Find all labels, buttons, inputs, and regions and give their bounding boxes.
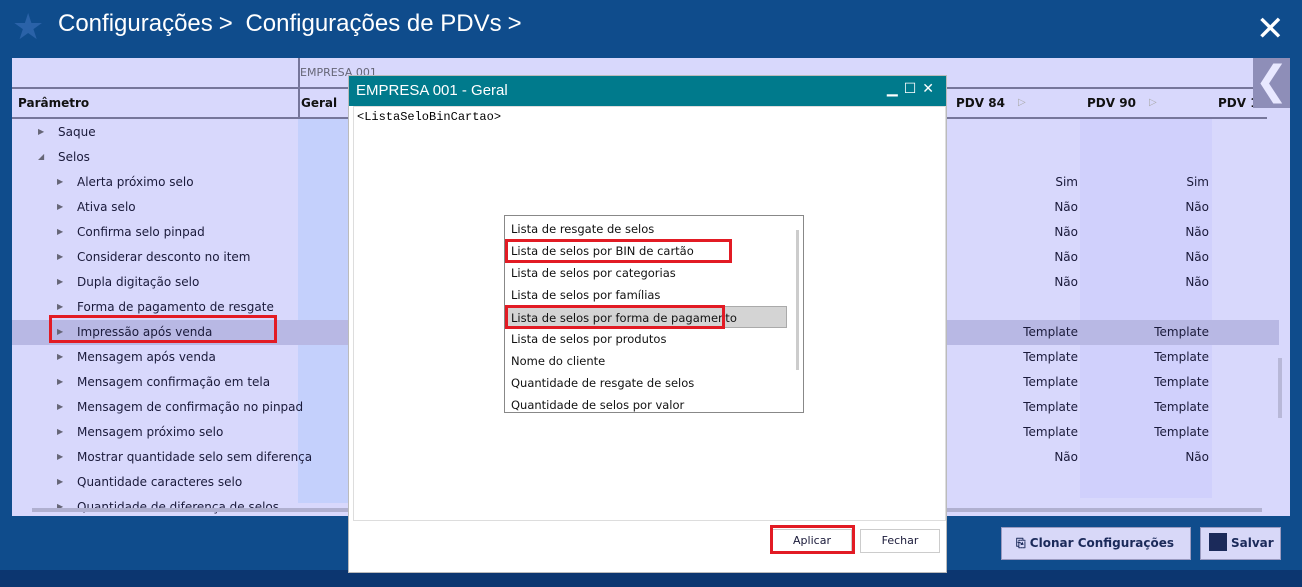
collapsed-arrow-icon[interactable]: ▶: [57, 377, 63, 386]
pdv90-value[interactable]: Template: [1129, 350, 1209, 364]
collapsed-arrow-icon[interactable]: ▶: [57, 277, 63, 286]
vertical-scrollbar[interactable]: [1278, 358, 1282, 418]
row-label: Dupla digitação selo: [77, 275, 200, 289]
collapsed-arrow-icon[interactable]: ▶: [57, 177, 63, 186]
close-icon[interactable]: ✕: [922, 81, 940, 97]
pdv90-value[interactable]: Não: [1129, 200, 1209, 214]
row-label: Selos: [58, 150, 90, 164]
clone-icon: ⎘: [1016, 536, 1026, 550]
row-label: Mensagem próximo selo: [77, 425, 224, 439]
pdv84-value[interactable]: Template: [998, 425, 1078, 439]
pdv84-value[interactable]: Não: [998, 250, 1078, 264]
breadcrumb-separator: >: [507, 10, 522, 37]
save-icon: [1209, 533, 1227, 551]
pdv84-value[interactable]: Não: [998, 275, 1078, 289]
pdv84-value[interactable]: Template: [998, 325, 1078, 339]
expand-arrow-icon[interactable]: ▷: [1018, 97, 1026, 108]
list-item[interactable]: Lista de selos por famílias: [510, 284, 660, 306]
row-label: Confirma selo pinpad: [77, 225, 205, 239]
row-label: Considerar desconto no item: [77, 250, 251, 264]
close-icon[interactable]: ✕: [1256, 10, 1285, 48]
row-label: Alerta próximo selo: [77, 175, 194, 189]
pdv84-value[interactable]: Não: [998, 450, 1078, 464]
row-label: Mensagem de confirmação no pinpad: [77, 400, 304, 414]
breadcrumb-separator: >: [218, 10, 233, 37]
pdv90-value[interactable]: Não: [1129, 250, 1209, 264]
pdv84-value[interactable]: Sim: [998, 175, 1078, 189]
list-item[interactable]: Lista de selos por categorias: [510, 262, 676, 284]
close-button[interactable]: Fechar: [860, 529, 940, 553]
pdv90-value[interactable]: Sim: [1129, 175, 1209, 189]
row-label: Mensagem após venda: [77, 350, 216, 364]
collapsed-arrow-icon[interactable]: ▶: [57, 252, 63, 261]
favorite-star-icon[interactable]: ★: [12, 8, 44, 48]
breadcrumb: Configurações > Configurações de PDVs >: [58, 10, 528, 38]
highlight-box: [770, 525, 855, 554]
row-label: Forma de pagamento de resgate: [77, 300, 274, 314]
list-item[interactable]: Nome do cliente: [510, 350, 605, 372]
collapsed-arrow-icon[interactable]: ▶: [57, 427, 63, 436]
clone-label: Clonar Configurações: [1029, 536, 1174, 550]
dialog-title: EMPRESA 001 - Geral: [349, 76, 946, 106]
row-label: Mensagem confirmação em tela: [77, 375, 271, 389]
expanded-arrow-icon[interactable]: ◢: [38, 152, 44, 161]
pdv90-value[interactable]: Template: [1129, 400, 1209, 414]
pdv84-value[interactable]: Template: [998, 400, 1078, 414]
autocomplete-list[interactable]: Lista de resgate de selos Lista de selos …: [504, 215, 804, 413]
list-item[interactable]: Quantidade de selos por valor: [510, 394, 684, 412]
collapse-panel-button[interactable]: ❮: [1253, 58, 1290, 108]
collapsed-arrow-icon[interactable]: ▶: [57, 452, 63, 461]
save-button[interactable]: Salvar: [1200, 527, 1281, 560]
clone-config-button[interactable]: ⎘ Clonar Configurações: [1001, 527, 1191, 560]
collapsed-arrow-icon[interactable]: ▶: [57, 227, 63, 236]
pdv84-value[interactable]: Não: [998, 200, 1078, 214]
highlight-box: [49, 315, 277, 343]
dialog: EMPRESA 001 - Geral ▁☐✕ <ListaSeloBinCar…: [348, 75, 947, 573]
pdv84-value[interactable]: Não: [998, 225, 1078, 239]
pdv90-value[interactable]: Não: [1129, 225, 1209, 239]
expand-arrow-icon[interactable]: ▷: [1149, 97, 1157, 108]
row-label: Saque: [58, 125, 96, 139]
column-header-pdv84[interactable]: PDV 84: [956, 96, 1005, 110]
collapsed-arrow-icon[interactable]: ▶: [57, 402, 63, 411]
editor-text[interactable]: <ListaSeloBinCartao>: [357, 110, 501, 124]
highlight-box: [505, 239, 732, 263]
highlight-box: [505, 305, 725, 329]
breadcrumb-item[interactable]: Configurações: [58, 10, 213, 37]
pdv84-value[interactable]: Template: [998, 350, 1078, 364]
list-item[interactable]: Lista de resgate de selos: [510, 218, 654, 240]
row-label: Ativa selo: [77, 200, 136, 214]
row-label: Mostrar quantidade selo sem diferença: [77, 450, 313, 464]
pdv90-value[interactable]: Template: [1129, 425, 1209, 439]
column-header-pdv90[interactable]: PDV 90: [1087, 96, 1136, 110]
collapsed-arrow-icon[interactable]: ▶: [57, 352, 63, 361]
list-item[interactable]: Lista de selos por produtos: [510, 328, 666, 350]
collapsed-arrow-icon[interactable]: ▶: [57, 202, 63, 211]
collapsed-arrow-icon[interactable]: ▶: [57, 302, 63, 311]
editor-area[interactable]: <ListaSeloBinCartao> Lista de resgate de…: [353, 106, 946, 521]
pdv90-value[interactable]: Não: [1129, 275, 1209, 289]
save-label: Salvar: [1231, 536, 1274, 550]
breadcrumb-item[interactable]: Configurações de PDVs: [245, 10, 501, 37]
column-header-geral[interactable]: Geral: [301, 96, 337, 110]
pdv84-value[interactable]: Template: [998, 375, 1078, 389]
minimize-icon[interactable]: ▁: [887, 81, 904, 97]
collapsed-arrow-icon[interactable]: ▶: [38, 127, 44, 136]
list-scrollbar[interactable]: [796, 230, 799, 370]
maximize-icon[interactable]: ☐: [904, 81, 923, 97]
collapsed-arrow-icon[interactable]: ▶: [57, 477, 63, 486]
pdv90-value[interactable]: Não: [1129, 450, 1209, 464]
row-label: Quantidade caracteres selo: [77, 475, 243, 489]
column-header-parametro: Parâmetro: [18, 96, 90, 110]
list-item[interactable]: Quantidade de resgate de selos: [510, 372, 694, 394]
pdv90-value[interactable]: Template: [1129, 325, 1209, 339]
pdv90-value[interactable]: Template: [1129, 375, 1209, 389]
